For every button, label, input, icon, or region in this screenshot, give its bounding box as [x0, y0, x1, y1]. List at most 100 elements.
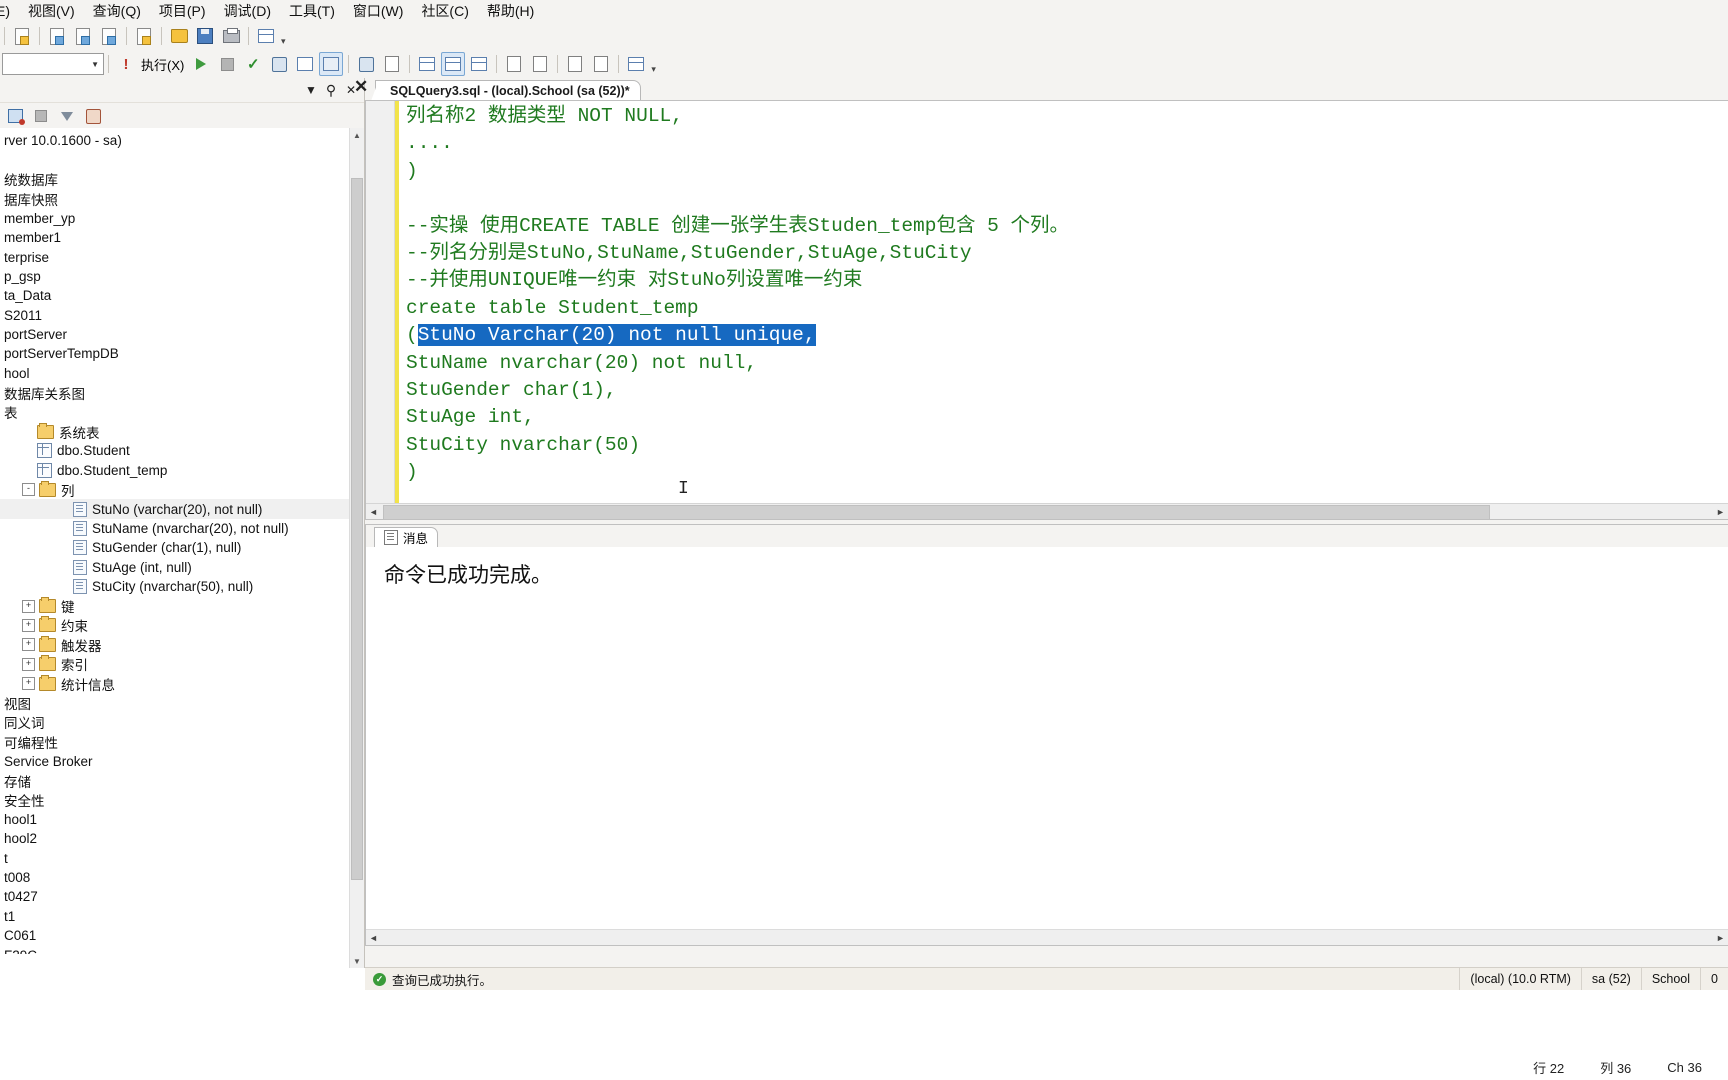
toolbar-overflow-button[interactable]: ▾ — [281, 36, 286, 50]
menu-item-debug[interactable]: 调试(D) — [215, 0, 280, 22]
tree-item[interactable]: 安全性 — [0, 790, 350, 809]
tree-item[interactable]: StuAge (int, null) — [0, 558, 350, 577]
code-line[interactable]: (StuNo Varchar(20) not null unique, — [406, 322, 1728, 349]
code-line[interactable]: ) — [406, 158, 1728, 185]
uncomment-button[interactable] — [528, 52, 552, 76]
increase-indent-button[interactable] — [589, 52, 613, 76]
pin-icon[interactable]: ⚲ — [322, 81, 340, 99]
results-to-grid-button[interactable] — [415, 52, 439, 76]
code-line[interactable]: create table Student_temp — [406, 295, 1728, 322]
refresh-button[interactable] — [82, 106, 104, 126]
tree-item[interactable]: t0427 — [0, 887, 350, 906]
expand-toggle-icon[interactable]: + — [22, 677, 35, 691]
tree-item[interactable]: + 约束 — [0, 616, 350, 635]
execute-button[interactable]: ! — [114, 52, 138, 76]
stop-button[interactable] — [215, 52, 239, 76]
scroll-left-arrow-icon[interactable]: ◄ — [366, 507, 381, 517]
code-line[interactable]: ) — [406, 459, 1728, 486]
close-icon[interactable]: ✕ — [354, 77, 368, 97]
tree-item[interactable]: member_yp — [0, 209, 350, 228]
save-button[interactable] — [193, 24, 217, 48]
tree-item[interactable]: Service Broker — [0, 752, 350, 771]
tree-item[interactable]: 视图 — [0, 693, 350, 712]
code-line[interactable]: StuAge int, — [406, 404, 1728, 431]
tree-item[interactable]: portServerTempDB — [0, 344, 350, 363]
tab-sqlquery3[interactable]: ✕ SQLQuery3.sql - (local).School (sa (52… — [354, 77, 641, 101]
tree-item[interactable]: -列 — [0, 480, 350, 499]
results-extra-button[interactable] — [467, 52, 491, 76]
tree-item[interactable]: + 统计信息 — [0, 674, 350, 693]
new-document-button[interactable] — [10, 24, 34, 48]
debug-button[interactable] — [189, 52, 213, 76]
code-line[interactable]: --实操 使用CREATE TABLE 创建一张学生表Studen_temp包含… — [406, 213, 1728, 240]
db-engine-query-button[interactable] — [45, 24, 69, 48]
tree-item[interactable]: C061 — [0, 926, 350, 945]
tree-item[interactable]: member1 — [0, 228, 350, 247]
print-button[interactable] — [219, 24, 243, 48]
open-file-button[interactable] — [167, 24, 191, 48]
object-explorer-tree[interactable]: rver 10.0.1600 - sa) 统数据库 据库快照 member_yp mem… — [0, 128, 350, 954]
code-line[interactable] — [406, 185, 1728, 212]
tree-item[interactable]: dbo.Student_temp — [0, 461, 350, 480]
tree-item[interactable]: hool — [0, 364, 350, 383]
code-line[interactable]: StuGender char(1), — [406, 377, 1728, 404]
tree-item[interactable]: StuCity (nvarchar(50), null) — [0, 577, 350, 596]
menu-item-edit[interactable]: E) — [0, 2, 19, 20]
tree-item[interactable]: ta_Data — [0, 286, 350, 305]
tree-item[interactable]: rver 10.0.1600 - sa) — [0, 131, 350, 150]
tree-item[interactable]: portServer — [0, 325, 350, 344]
code-line[interactable]: --列名分别是StuNo,StuName,StuGender,StuAge,St… — [406, 240, 1728, 267]
editor-hscroll-thumb[interactable] — [383, 505, 1490, 519]
results-to-file-button[interactable] — [441, 52, 466, 76]
tree-item[interactable]: hool2 — [0, 829, 350, 848]
editor-hscroll-track[interactable] — [381, 505, 1713, 519]
comment-button[interactable] — [502, 52, 526, 76]
estimated-plan-button[interactable] — [267, 52, 291, 76]
tree-item[interactable]: S2011 — [0, 306, 350, 325]
tree-item[interactable]: t008 — [0, 868, 350, 887]
mdx-query-button[interactable] — [97, 24, 121, 48]
code-line[interactable]: --并使用UNIQUE唯一约束 对StuNo列设置唯一约束 — [406, 267, 1728, 294]
menu-item-tools[interactable]: 工具(T) — [280, 0, 344, 22]
tree-item[interactable]: + 键 — [0, 596, 350, 615]
tree-item[interactable]: 统数据库 — [0, 170, 350, 189]
tree-item[interactable]: 系统表 — [0, 422, 350, 441]
tree-item[interactable] — [0, 150, 350, 169]
chevron-down-icon[interactable]: ▼ — [302, 81, 320, 99]
results-scroll-left-icon[interactable]: ◄ — [366, 933, 381, 943]
tree-item[interactable]: + 触发器 — [0, 635, 350, 654]
code-line[interactable]: 列名称2 数据类型 NOT NULL, — [406, 103, 1728, 130]
editor-horizontal-scrollbar[interactable]: ◄ ► — [366, 503, 1728, 519]
tree-item[interactable]: 据库快照 — [0, 189, 350, 208]
expand-toggle-icon[interactable]: + — [22, 599, 35, 613]
scroll-down-arrow-icon[interactable]: ▼ — [350, 954, 364, 968]
summary-button[interactable] — [254, 24, 278, 48]
sql-code-editor[interactable]: 列名称2 数据类型 NOT NULL,....) --实操 使用CREATE TA… — [365, 100, 1728, 520]
code-line[interactable]: StuCity nvarchar(50) — [406, 432, 1728, 459]
scroll-up-arrow-icon[interactable]: ▲ — [350, 128, 364, 142]
menu-item-help[interactable]: 帮助(H) — [478, 0, 543, 22]
menu-item-view[interactable]: 视图(V) — [19, 0, 84, 22]
disconnect-button[interactable] — [30, 106, 52, 126]
tree-item[interactable]: 数据库关系图 — [0, 383, 350, 402]
database-combo[interactable]: ▼ — [2, 53, 104, 75]
tree-item[interactable]: p_gsp — [0, 267, 350, 286]
tree-item[interactable]: 表 — [0, 402, 350, 421]
tree-item[interactable]: terprise — [0, 247, 350, 266]
tree-item[interactable]: + 索引 — [0, 655, 350, 674]
tree-item[interactable]: t1 — [0, 907, 350, 926]
results-message-body[interactable]: 命令已成功完成。 — [366, 547, 1728, 930]
tree-item[interactable]: 存储 — [0, 771, 350, 790]
execute-label[interactable]: 执行(X) — [141, 55, 184, 74]
tree-item[interactable]: 可编程性 — [0, 732, 350, 751]
specify-values-button[interactable] — [624, 52, 648, 76]
tree-item[interactable]: F29C — [0, 945, 350, 954]
results-horizontal-scrollbar[interactable]: ◄ ► — [366, 929, 1728, 945]
menu-item-community[interactable]: 社区(C) — [412, 0, 477, 22]
client-statistics-button[interactable] — [354, 52, 378, 76]
filter-button[interactable] — [56, 106, 78, 126]
tab-messages[interactable]: 消息 — [374, 527, 439, 547]
tree-item[interactable]: dbo.Student — [0, 441, 350, 460]
results-to-text-button[interactable] — [380, 52, 404, 76]
menu-item-project[interactable]: 项目(P) — [150, 0, 215, 22]
